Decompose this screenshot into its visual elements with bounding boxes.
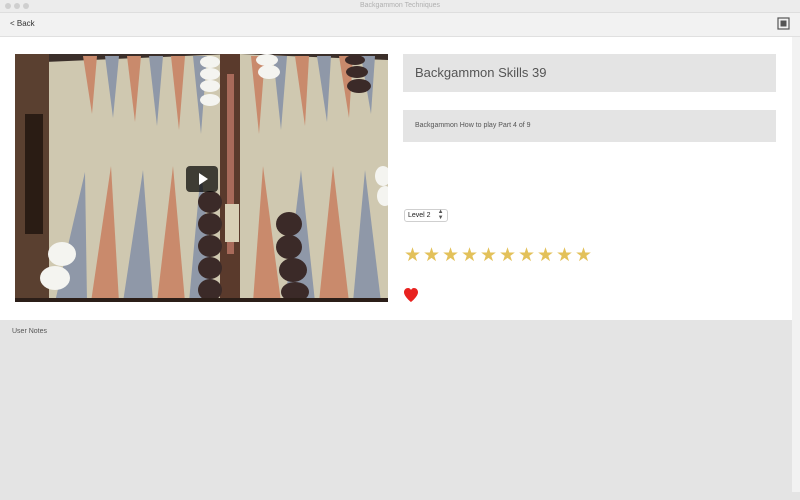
star-icon[interactable]: ★ (536, 246, 555, 266)
star-icon[interactable]: ★ (498, 246, 517, 266)
video-player[interactable] (15, 54, 388, 302)
video-description: Backgammon How to play Part 4 of 9 (403, 110, 776, 142)
heart-icon[interactable] (403, 287, 419, 303)
star-icon[interactable]: ★ (403, 246, 422, 266)
user-notes-textarea[interactable] (0, 340, 792, 490)
star-icon[interactable]: ★ (479, 246, 498, 266)
star-icon[interactable]: ★ (422, 246, 441, 266)
window-edge (792, 37, 800, 492)
play-button[interactable] (186, 166, 218, 192)
star-icon[interactable]: ★ (555, 246, 574, 266)
chevron-updown-icon: ▲ ▼ (437, 209, 444, 221)
back-button[interactable]: < Back (10, 19, 35, 28)
star-rating[interactable]: ★ ★ ★ ★ ★ ★ ★ ★ ★ ★ (403, 246, 593, 266)
video-detail-panel: Backgammon Skills 39 Backgammon How to p… (0, 37, 792, 320)
level-select[interactable]: Level 2 ▲ ▼ (404, 209, 448, 222)
user-notes-label: User Notes (12, 328, 48, 335)
star-icon[interactable]: ★ (441, 246, 460, 266)
window-titlebar: Backgammon Techniques (0, 0, 800, 13)
star-icon[interactable]: ★ (460, 246, 479, 266)
level-select-value: Level 2 (408, 212, 431, 219)
star-icon[interactable]: ★ (517, 246, 536, 266)
star-icon[interactable]: ★ (574, 246, 593, 266)
window-title: Backgammon Techniques (359, 2, 441, 9)
toolbar: < Back (0, 13, 800, 37)
fullscreen-icon[interactable] (777, 17, 790, 30)
video-title: Backgammon Skills 39 (403, 54, 776, 92)
